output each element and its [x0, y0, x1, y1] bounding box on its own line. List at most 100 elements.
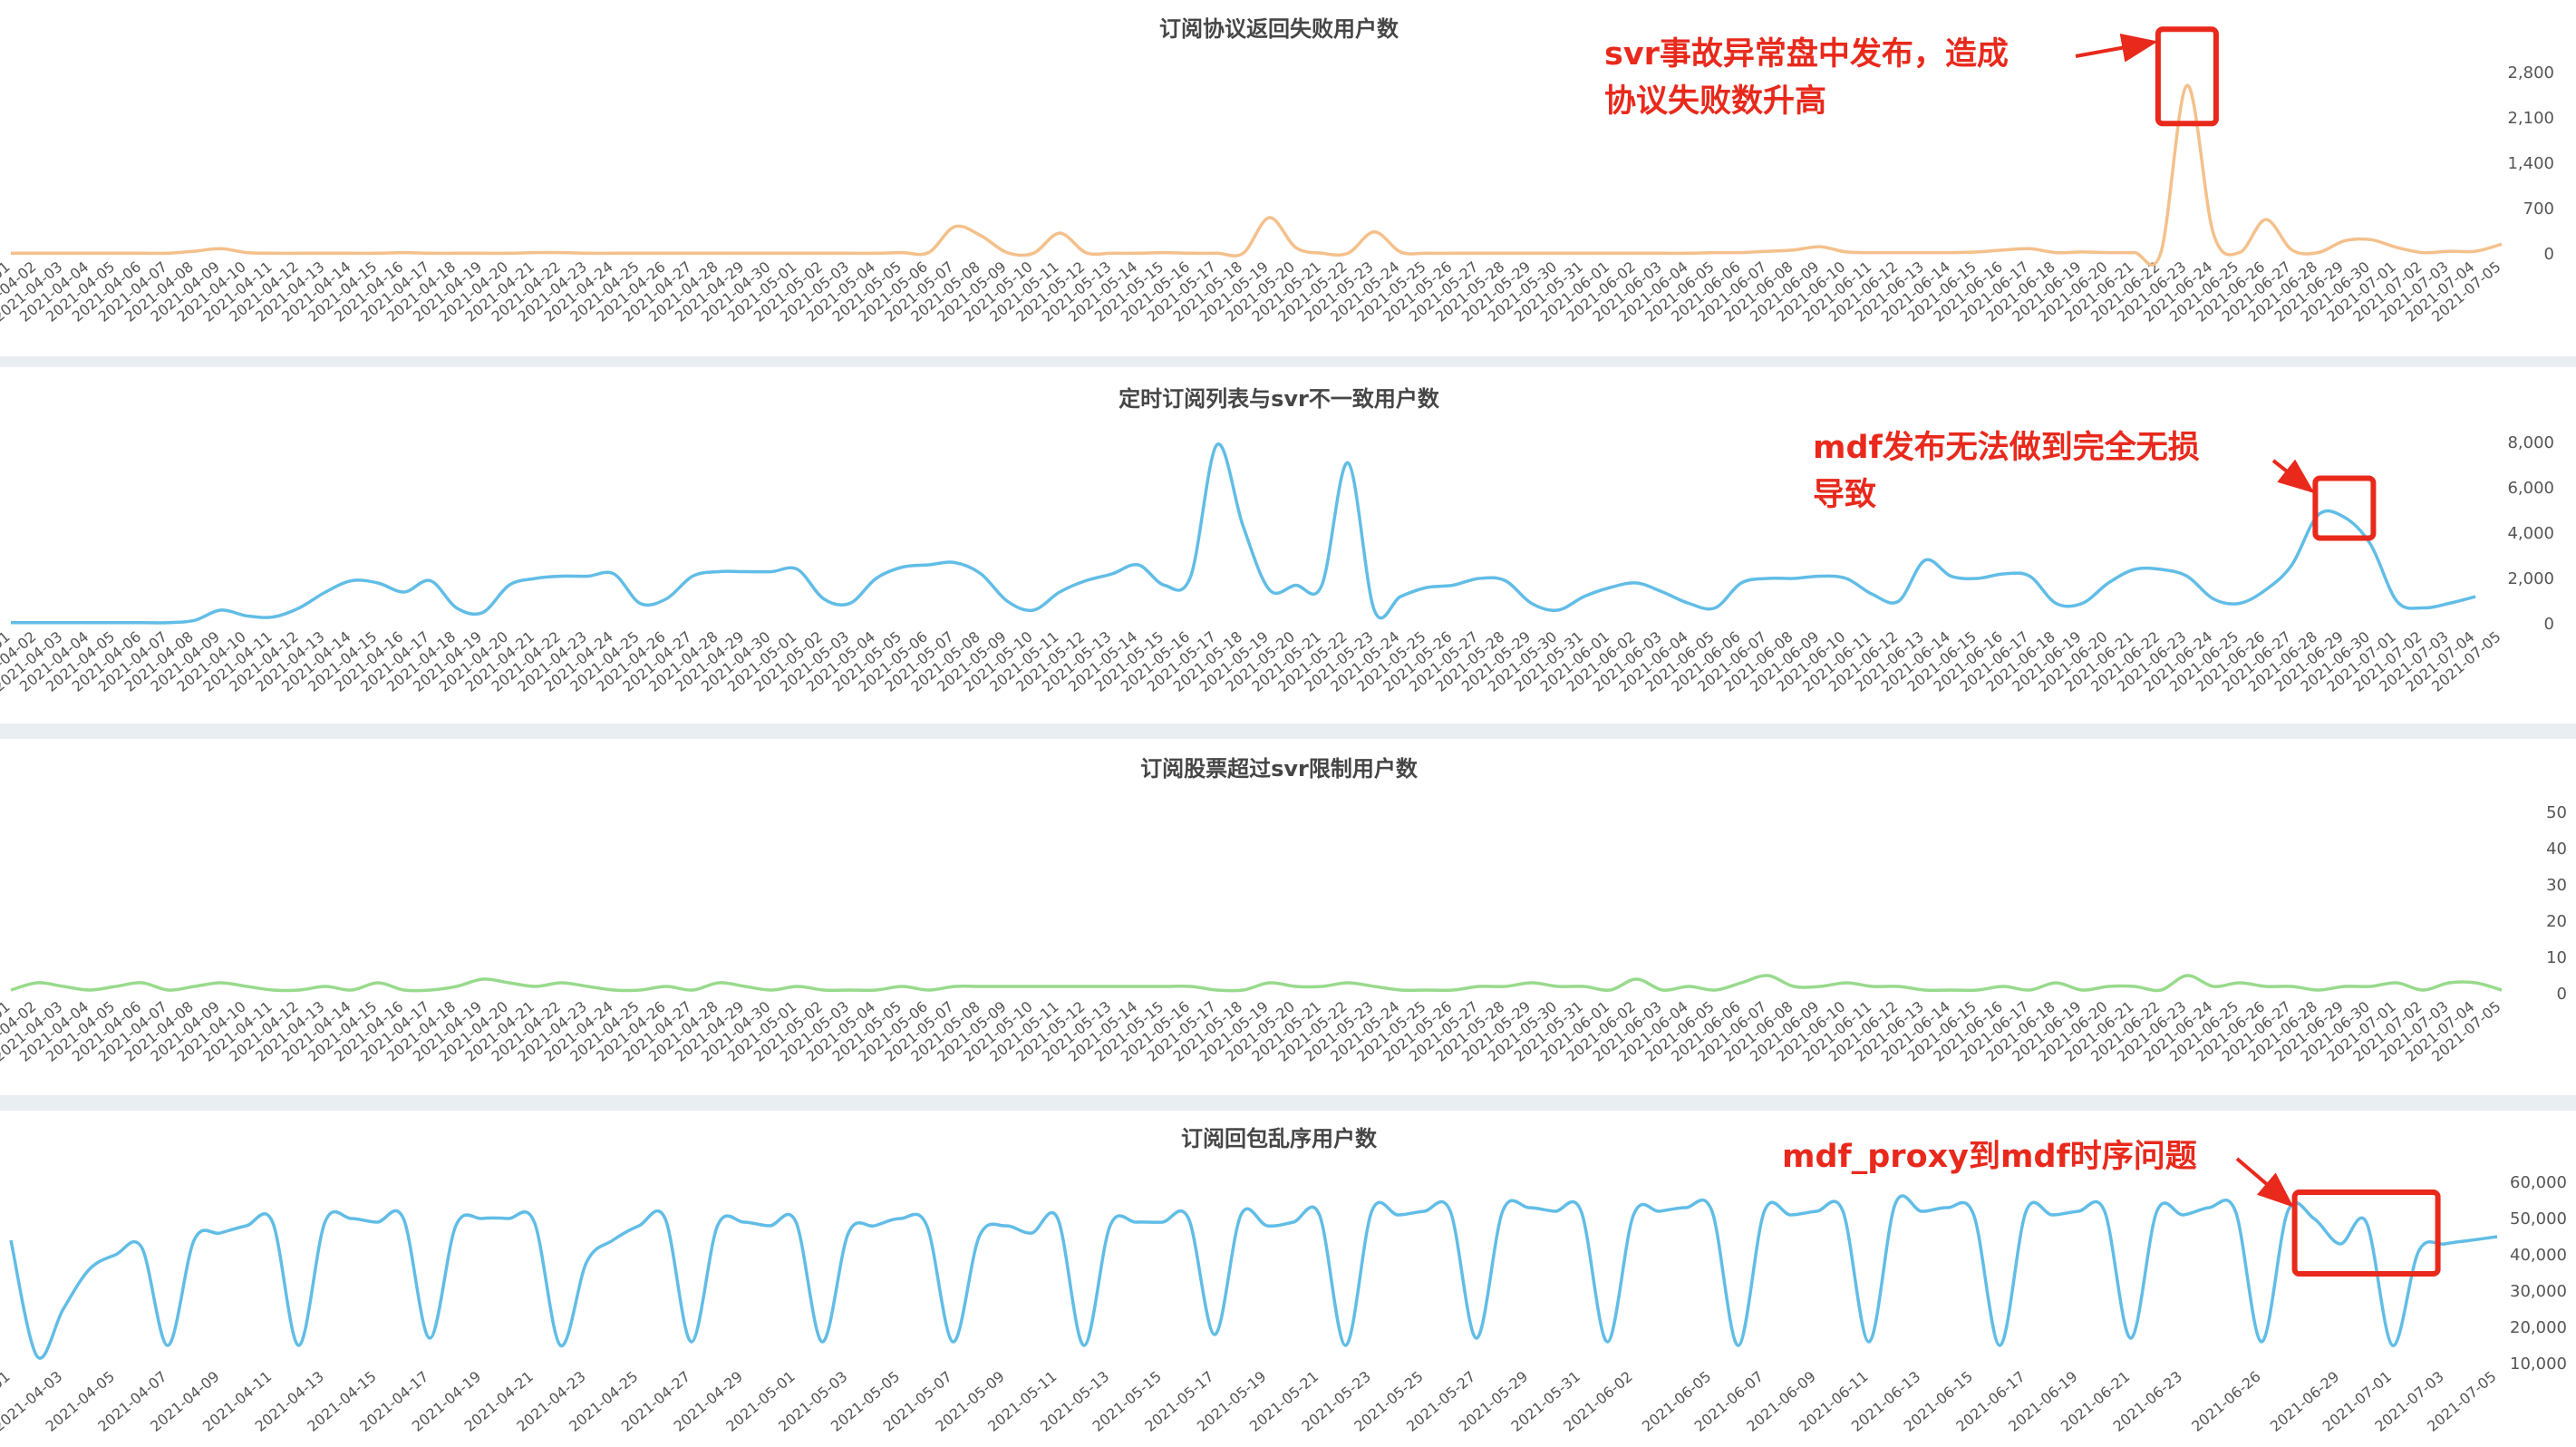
data-point	[1870, 250, 1875, 256]
y-tick-label: 50,000	[2510, 1209, 2567, 1228]
dashboard: 订阅协议返回失败用户数 0 700 1,400 2,100 2,800 2021-04-01…	[0, 0, 2576, 1447]
y-tick-label: 2,800	[2507, 63, 2554, 83]
data-point	[192, 248, 198, 254]
y-tick-label: 20	[2546, 912, 2567, 931]
data-point	[795, 250, 800, 256]
data-point	[2446, 601, 2452, 607]
data-point	[402, 250, 407, 256]
data-point	[2338, 1241, 2343, 1247]
data-point	[1083, 578, 1089, 584]
data-point	[716, 569, 721, 575]
annotation-line: svr事故异常盘中发布，造成	[1604, 36, 2009, 73]
y-tick-label: 700	[2523, 199, 2554, 219]
data-point	[2341, 238, 2347, 244]
data-point	[1712, 250, 1718, 256]
data-point	[1109, 984, 1115, 989]
data-point	[1450, 583, 1456, 588]
data-point	[610, 1238, 615, 1243]
data-point	[507, 583, 512, 588]
data-point	[637, 987, 643, 993]
data-point	[1293, 245, 1298, 250]
data-point	[1949, 250, 1954, 256]
data-point	[557, 1343, 563, 1348]
data-point	[1660, 250, 1665, 256]
data-point	[2106, 580, 2111, 586]
data-point	[1057, 230, 1062, 236]
data-point	[636, 1223, 642, 1228]
data-point	[218, 980, 223, 986]
data-point	[2158, 567, 2164, 572]
data-point	[1578, 1209, 1583, 1214]
data-point	[1608, 987, 1613, 993]
data-point	[1817, 574, 1823, 579]
data-point	[741, 1219, 747, 1225]
data-point	[1686, 984, 1691, 989]
data-point	[559, 250, 565, 256]
data-point	[585, 574, 590, 579]
data-point	[533, 576, 538, 581]
data-point	[1582, 984, 1587, 989]
data-point	[244, 613, 249, 618]
data-point	[2316, 512, 2321, 518]
annotation-line: mdf发布无法做到完全无损	[1813, 430, 2200, 466]
data-point	[795, 567, 800, 572]
data-point	[2102, 1209, 2107, 1214]
data-point	[1291, 1219, 1296, 1225]
data-point	[1477, 576, 1482, 581]
data-point	[2341, 515, 2347, 520]
data-point	[1817, 984, 1823, 989]
data-point	[1500, 1209, 1506, 1214]
y-tick-label: 2,000	[2507, 569, 2554, 588]
data-point	[2394, 980, 2399, 986]
data-point	[1345, 250, 1351, 256]
data-point	[1215, 442, 1220, 448]
data-point	[2311, 1216, 2317, 1221]
data-point	[1267, 980, 1273, 986]
data-point	[1186, 1216, 1191, 1221]
data-point	[1134, 1219, 1139, 1225]
data-point	[428, 987, 433, 993]
data-point	[1922, 987, 1928, 993]
data-point	[2368, 984, 2373, 989]
data-point	[2079, 249, 2085, 255]
data-point	[1188, 984, 1194, 989]
data-point	[847, 250, 853, 256]
data-point	[61, 250, 66, 256]
data-point	[1922, 558, 1928, 563]
data-point	[690, 574, 695, 579]
data-point	[1055, 1216, 1060, 1221]
y-tick-label: 40	[2546, 840, 2567, 859]
data-point	[349, 987, 354, 993]
data-point	[1136, 250, 1141, 256]
data-point	[375, 980, 381, 986]
data-point	[2316, 987, 2321, 993]
data-point	[218, 607, 223, 613]
data-point	[2263, 984, 2269, 989]
data-point	[2368, 237, 2373, 242]
data-point	[533, 250, 538, 256]
data-point	[2263, 217, 2269, 222]
data-point	[1503, 578, 1508, 584]
data-point	[1241, 987, 1246, 993]
data-point	[1031, 250, 1036, 256]
data-point	[900, 565, 905, 570]
data-point	[454, 606, 460, 611]
data-point	[1975, 987, 1980, 993]
data-point	[1188, 250, 1194, 256]
data-point	[978, 984, 983, 989]
data-point	[1108, 1223, 1113, 1228]
y-tick-label: 0	[2544, 245, 2554, 264]
annotation-line: 导致	[1813, 477, 1877, 513]
data-point	[2259, 1339, 2264, 1345]
data-point	[1765, 576, 1770, 581]
data-point	[1319, 583, 1324, 588]
chart-title: 定时订阅列表与svr不一致用户数	[1119, 386, 1440, 412]
data-point	[663, 597, 669, 602]
data-point	[375, 580, 381, 586]
data-point	[1866, 1339, 1872, 1345]
data-point	[611, 571, 616, 577]
data-point	[585, 250, 590, 256]
data-point	[1188, 574, 1194, 579]
data-point	[2237, 250, 2242, 256]
data-point	[507, 980, 512, 986]
